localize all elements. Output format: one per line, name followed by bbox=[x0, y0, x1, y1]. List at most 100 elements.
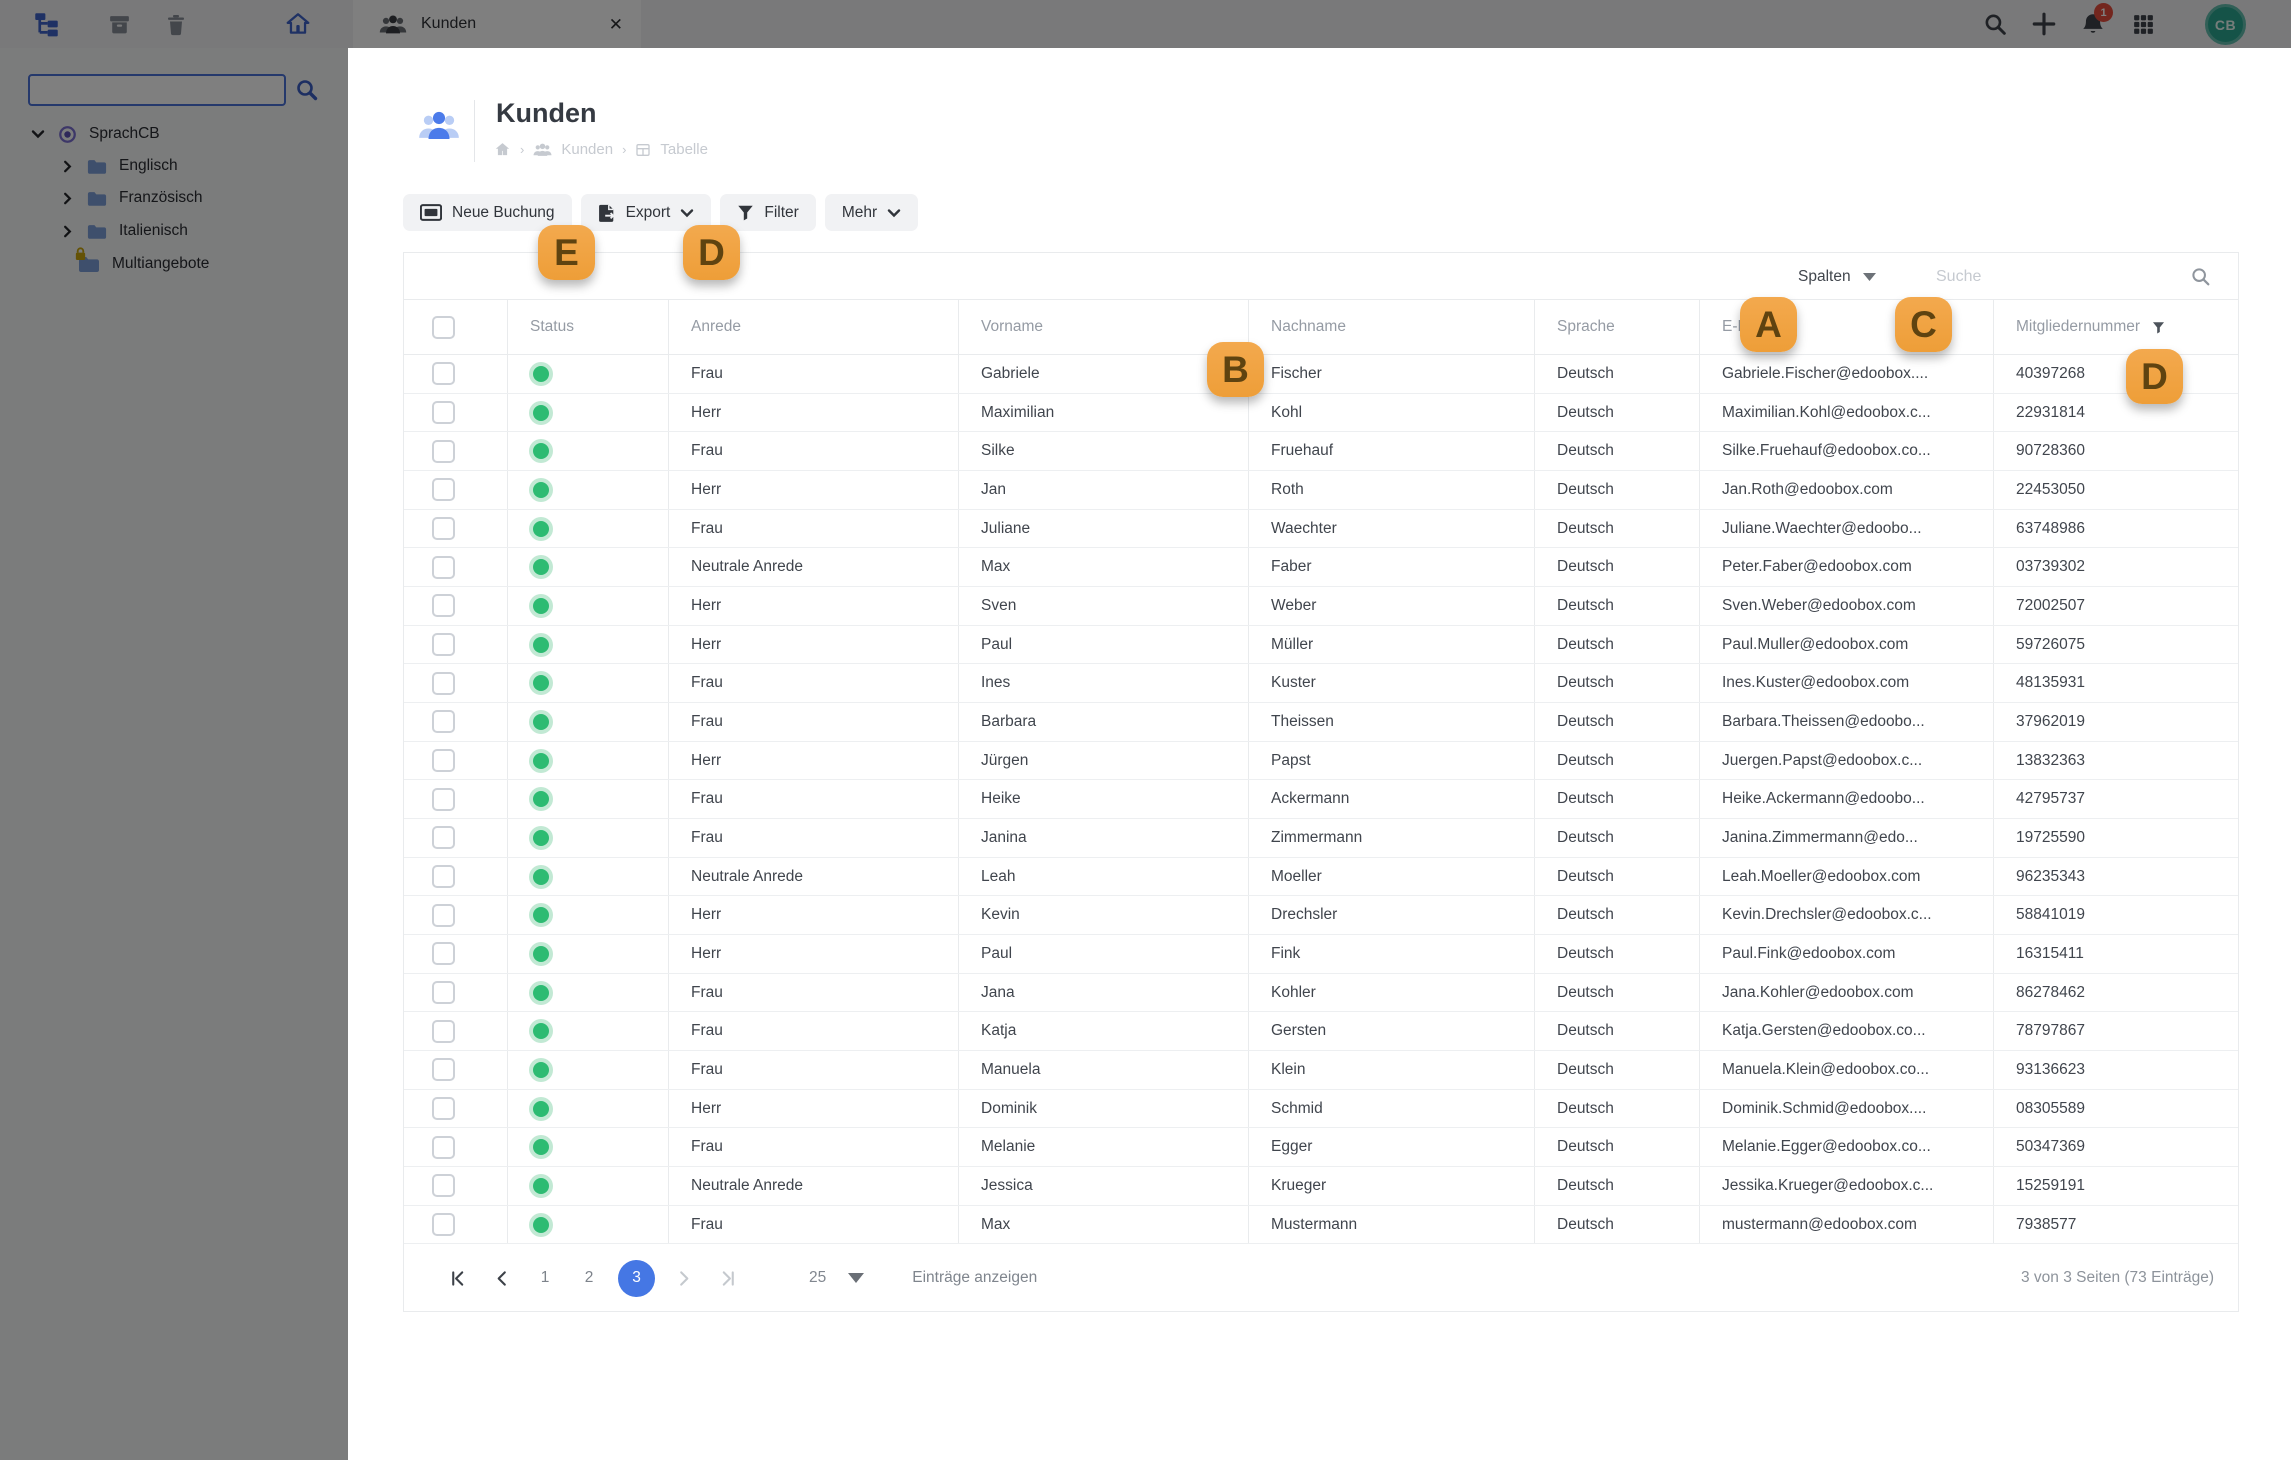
first-page-button[interactable] bbox=[442, 1260, 472, 1296]
row-checkbox[interactable] bbox=[432, 710, 455, 733]
page-button-3-active[interactable]: 3 bbox=[618, 1260, 655, 1297]
table-row[interactable]: HerrJanRothDeutschJan.Roth@edoobox.com22… bbox=[404, 471, 2238, 510]
table-row[interactable]: FrauJaninaZimmermannDeutschJanina.Zimmer… bbox=[404, 819, 2238, 858]
column-header-vorname[interactable]: Vorname bbox=[959, 300, 1249, 354]
export-label: Export bbox=[626, 204, 671, 222]
cell-vorname: Dominik bbox=[959, 1090, 1249, 1128]
table-row[interactable]: Neutrale AnredeMaxFaberDeutschPeter.Fabe… bbox=[404, 548, 2238, 587]
table-row[interactable]: HerrKevinDrechslerDeutschKevin.Drechsler… bbox=[404, 896, 2238, 935]
status-active-indicator bbox=[533, 753, 549, 769]
row-checkbox[interactable] bbox=[432, 1213, 455, 1236]
column-header-mitgliedernummer[interactable]: Mitgliedernummer bbox=[1994, 300, 2238, 354]
row-checkbox[interactable] bbox=[432, 478, 455, 501]
row-checkbox[interactable] bbox=[432, 362, 455, 385]
row-checkbox[interactable] bbox=[432, 672, 455, 695]
table-row[interactable]: FrauInesKusterDeutschInes.Kuster@edoobox… bbox=[404, 664, 2238, 703]
cell-nachname: Klein bbox=[1249, 1051, 1535, 1089]
status-active-indicator bbox=[533, 1101, 549, 1117]
table-row[interactable]: FrauMaxMustermannDeutschmustermann@edoob… bbox=[404, 1206, 2238, 1245]
select-all-checkbox[interactable] bbox=[432, 316, 455, 339]
previous-page-button[interactable] bbox=[486, 1260, 516, 1296]
table-row[interactable]: HerrMaximilianKohlDeutschMaximilian.Kohl… bbox=[404, 394, 2238, 433]
row-checkbox[interactable] bbox=[432, 865, 455, 888]
row-col-status bbox=[508, 896, 669, 934]
table-row[interactable]: HerrPaulFinkDeutschPaul.Fink@edoobox.com… bbox=[404, 935, 2238, 974]
row-checkbox[interactable] bbox=[432, 826, 455, 849]
column-header-status[interactable]: Status bbox=[508, 300, 669, 354]
cell-mitgliedernummer: 58841019 bbox=[1994, 896, 2238, 934]
table-row[interactable]: FrauSilkeFruehaufDeutschSilke.Fruehauf@e… bbox=[404, 432, 2238, 471]
cell-anrede: Frau bbox=[669, 703, 959, 741]
row-checkbox[interactable] bbox=[432, 1136, 455, 1159]
status-active-indicator bbox=[533, 366, 549, 382]
column-header-nachname[interactable]: Nachname bbox=[1249, 300, 1535, 354]
filter-funnel-icon bbox=[737, 204, 754, 221]
table-row[interactable]: FrauBarbaraTheissenDeutschBarbara.Theiss… bbox=[404, 703, 2238, 742]
column-filter-icon[interactable] bbox=[2152, 321, 2165, 334]
column-header-anrede[interactable]: Anrede bbox=[669, 300, 959, 354]
table-row[interactable]: HerrJürgenPapstDeutschJuergen.Papst@edoo… bbox=[404, 742, 2238, 781]
row-col-status bbox=[508, 1051, 669, 1089]
row-checkbox[interactable] bbox=[432, 981, 455, 1004]
row-checkbox[interactable] bbox=[432, 633, 455, 656]
page-button-1[interactable]: 1 bbox=[530, 1260, 560, 1296]
table-row[interactable]: Neutrale AnredeJessicaKruegerDeutschJess… bbox=[404, 1167, 2238, 1206]
table-search-icon[interactable] bbox=[2190, 266, 2212, 288]
cell-sprache: Deutsch bbox=[1535, 974, 1700, 1012]
row-checkbox[interactable] bbox=[432, 517, 455, 540]
cell-nachname: Faber bbox=[1249, 548, 1535, 586]
row-col-status bbox=[508, 1090, 669, 1128]
last-page-button[interactable] bbox=[713, 1260, 743, 1296]
more-button[interactable]: Mehr bbox=[825, 194, 918, 231]
row-col-status bbox=[508, 703, 669, 741]
row-checkbox[interactable] bbox=[432, 1058, 455, 1081]
table-row[interactable]: FrauHeikeAckermannDeutschHeike.Ackermann… bbox=[404, 780, 2238, 819]
row-checkbox[interactable] bbox=[432, 440, 455, 463]
row-checkbox[interactable] bbox=[432, 1174, 455, 1197]
row-checkbox[interactable] bbox=[432, 1097, 455, 1120]
row-checkbox[interactable] bbox=[432, 594, 455, 617]
table-row[interactable]: HerrDominikSchmidDeutschDominik.Schmid@e… bbox=[404, 1090, 2238, 1129]
cell-sprache: Deutsch bbox=[1535, 355, 1700, 393]
cell-mitgliedernummer: 15259191 bbox=[1994, 1167, 2238, 1205]
row-col-status bbox=[508, 1012, 669, 1050]
row-col-cb bbox=[404, 394, 508, 432]
status-active-indicator bbox=[533, 985, 549, 1001]
table-row[interactable]: FrauJanaKohlerDeutschJana.Kohler@edoobox… bbox=[404, 974, 2238, 1013]
cell-anrede: Frau bbox=[669, 819, 959, 857]
cell-nachname: Kuster bbox=[1249, 664, 1535, 702]
row-col-status bbox=[508, 548, 669, 586]
row-checkbox[interactable] bbox=[432, 401, 455, 424]
row-checkbox[interactable] bbox=[432, 904, 455, 927]
row-col-status bbox=[508, 432, 669, 470]
new-booking-button[interactable]: Neue Buchung bbox=[403, 194, 572, 231]
dim-overlay-sidebar bbox=[0, 48, 348, 1460]
table-row[interactable]: FrauGabrieleFischerDeutschGabriele.Fisch… bbox=[404, 355, 2238, 394]
row-checkbox[interactable] bbox=[432, 788, 455, 811]
home-icon[interactable] bbox=[494, 141, 511, 158]
page-size-select[interactable]: 25 bbox=[809, 1269, 864, 1287]
next-page-button[interactable] bbox=[669, 1260, 699, 1296]
column-header-sprache[interactable]: Sprache bbox=[1535, 300, 1700, 354]
row-checkbox[interactable] bbox=[432, 749, 455, 772]
table-search-input[interactable] bbox=[1934, 260, 2174, 293]
table-row[interactable]: FrauKatjaGerstenDeutschKatja.Gersten@edo… bbox=[404, 1012, 2238, 1051]
columns-dropdown[interactable]: Spalten bbox=[1798, 253, 1876, 300]
row-checkbox[interactable] bbox=[432, 556, 455, 579]
table-row[interactable]: FrauMelanieEggerDeutschMelanie.Egger@edo… bbox=[404, 1128, 2238, 1167]
cell-anrede: Neutrale Anrede bbox=[669, 548, 959, 586]
table-row[interactable]: FrauJulianeWaechterDeutschJuliane.Waecht… bbox=[404, 510, 2238, 549]
row-col-cb bbox=[404, 626, 508, 664]
table-row[interactable]: FrauManuelaKleinDeutschManuela.Klein@edo… bbox=[404, 1051, 2238, 1090]
table-toolbar: Spalten bbox=[404, 253, 2238, 300]
cell-nachname: Theissen bbox=[1249, 703, 1535, 741]
table-row[interactable]: HerrPaulMüllerDeutschPaul.Muller@edoobox… bbox=[404, 626, 2238, 665]
row-checkbox[interactable] bbox=[432, 1020, 455, 1043]
row-col-status bbox=[508, 819, 669, 857]
page-button-2[interactable]: 2 bbox=[574, 1260, 604, 1296]
filter-button[interactable]: Filter bbox=[720, 194, 815, 231]
table-row[interactable]: HerrSvenWeberDeutschSven.Weber@edoobox.c… bbox=[404, 587, 2238, 626]
row-checkbox[interactable] bbox=[432, 942, 455, 965]
breadcrumb-item[interactable]: Kunden bbox=[561, 141, 613, 158]
table-row[interactable]: Neutrale AnredeLeahMoellerDeutschLeah.Mo… bbox=[404, 858, 2238, 897]
